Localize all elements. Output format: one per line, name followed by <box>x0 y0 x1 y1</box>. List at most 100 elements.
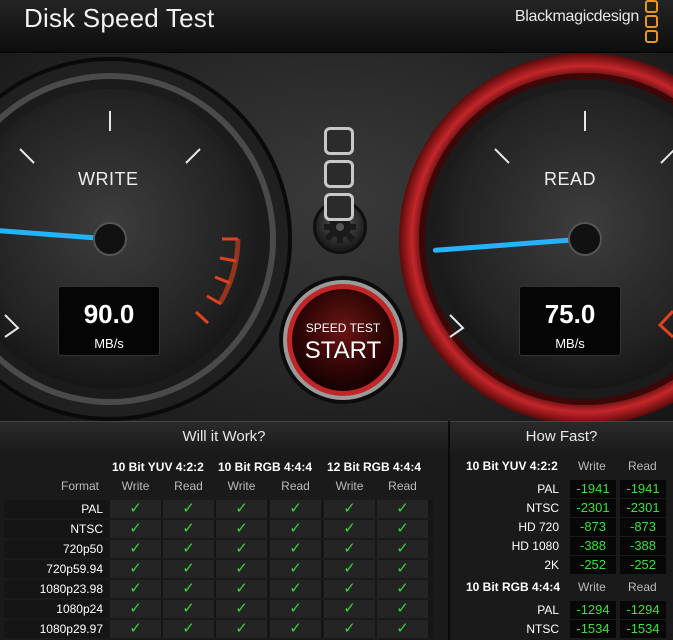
check-icon: ✓ <box>343 600 356 617</box>
read-speed-readout: 75.0 MB/s <box>519 286 621 356</box>
how-fast-row-label: HD 720 <box>518 520 559 534</box>
format-label: 720p50 <box>62 542 103 556</box>
check-icon: ✓ <box>396 620 409 637</box>
format-group-header: 10 Bit RGB 4:4:4 <box>218 460 313 474</box>
check-icon: ✓ <box>396 520 409 537</box>
check-icon: ✓ <box>182 500 195 517</box>
check-icon: ✓ <box>182 560 195 577</box>
write-column-header: Write <box>335 479 364 493</box>
check-icon: ✓ <box>182 620 195 637</box>
read-speed-unit: MB/s <box>555 336 585 351</box>
format-group-header: 10 Bit YUV 4:2:2 <box>112 460 204 474</box>
check-icon: ✓ <box>343 580 356 597</box>
read-column-header: Read <box>388 479 417 493</box>
format-label: 1080p24 <box>56 602 103 616</box>
write-frame-rate: -873 <box>570 518 616 536</box>
read-column-header: Read <box>174 479 203 493</box>
check-icon: ✓ <box>396 560 409 577</box>
check-icon: ✓ <box>129 500 142 517</box>
brand-logo-text: Blackmagicdesign <box>514 8 639 25</box>
read-column-header: Read <box>281 479 310 493</box>
write-gauge-needle-hub <box>93 222 127 256</box>
will-it-work-header: Will it Work? <box>0 421 448 452</box>
read-frame-rate: -1534 <box>620 620 666 638</box>
how-fast-section-header: 10 Bit RGB 4:4:4 <box>466 580 561 594</box>
start-button-caption: SPEED TEST <box>305 321 381 335</box>
format-label: 1080p29.97 <box>39 622 103 636</box>
read-frame-rate: -252 <box>620 556 666 574</box>
brand-logo-icon <box>645 0 659 45</box>
write-column-header: Write <box>121 479 150 493</box>
check-icon: ✓ <box>289 540 302 557</box>
check-icon: ✓ <box>343 500 356 517</box>
how-fast-row-label: HD 1080 <box>511 539 559 553</box>
check-icon: ✓ <box>235 580 248 597</box>
write-column-header: Write <box>578 580 606 594</box>
format-label: NTSC <box>70 522 103 536</box>
read-gauge-label: READ <box>544 169 597 189</box>
check-icon: ✓ <box>235 520 248 537</box>
read-column-header: Read <box>628 459 657 473</box>
gauge-panel: WRITE READ 90.0 MB/s 75.0 MB/s SPEED TES… <box>0 53 673 421</box>
check-icon: ✓ <box>396 540 409 557</box>
start-button[interactable]: SPEED TEST START <box>283 285 403 405</box>
write-frame-rate: -1941 <box>570 480 616 498</box>
check-icon: ✓ <box>182 540 195 557</box>
check-icon: ✓ <box>343 520 356 537</box>
write-frame-rate: -252 <box>570 556 616 574</box>
write-gauge-label: WRITE <box>78 169 139 189</box>
read-gauge-needle-hub <box>568 222 602 256</box>
check-icon: ✓ <box>182 600 195 617</box>
start-button-label: START <box>304 337 382 364</box>
check-icon: ✓ <box>129 540 142 557</box>
format-label: PAL <box>81 502 103 516</box>
format-label: 720p59.94 <box>46 562 103 576</box>
read-frame-rate: -1294 <box>620 601 666 619</box>
write-column-header: Write <box>227 479 256 493</box>
check-icon: ✓ <box>343 540 356 557</box>
how-fast-row-label: NTSC <box>526 501 559 515</box>
check-icon: ✓ <box>396 600 409 617</box>
check-icon: ✓ <box>129 560 142 577</box>
check-icon: ✓ <box>235 620 248 637</box>
write-column-header: Write <box>578 459 606 473</box>
read-column-header: Read <box>628 580 657 594</box>
write-frame-rate: -1294 <box>570 601 616 619</box>
check-icon: ✓ <box>235 540 248 557</box>
read-gauge <box>399 53 673 421</box>
check-icon: ✓ <box>289 500 302 517</box>
write-frame-rate: -2301 <box>570 499 616 517</box>
check-icon: ✓ <box>289 620 302 637</box>
read-frame-rate: -873 <box>620 518 666 536</box>
check-icon: ✓ <box>343 620 356 637</box>
check-icon: ✓ <box>396 580 409 597</box>
check-icon: ✓ <box>289 560 302 577</box>
panel-divider <box>448 421 450 640</box>
read-frame-rate: -1941 <box>620 480 666 498</box>
how-fast-row-label: PAL <box>537 603 559 617</box>
write-frame-rate: -388 <box>570 537 616 555</box>
check-icon: ✓ <box>182 520 195 537</box>
write-gauge <box>0 57 292 421</box>
check-icon: ✓ <box>129 620 142 637</box>
check-icon: ✓ <box>343 560 356 577</box>
how-fast-section-header: 10 Bit YUV 4:2:2 <box>466 459 558 473</box>
check-icon: ✓ <box>289 580 302 597</box>
check-icon: ✓ <box>129 600 142 617</box>
how-fast-row-label: PAL <box>537 482 559 496</box>
title-bar: Disk Speed Test Blackmagicdesign <box>0 0 673 53</box>
how-fast-header: How Fast? <box>450 421 673 452</box>
read-speed-value: 75.0 <box>544 299 596 329</box>
read-frame-rate: -388 <box>620 537 666 555</box>
write-frame-rate: -1534 <box>570 620 616 638</box>
format-label: 1080p23.98 <box>39 582 103 596</box>
check-icon: ✓ <box>129 580 142 597</box>
write-speed-readout: 90.0 MB/s <box>58 286 160 356</box>
check-icon: ✓ <box>289 520 302 537</box>
format-group-header: 12 Bit RGB 4:4:4 <box>327 460 422 474</box>
check-icon: ✓ <box>289 600 302 617</box>
write-speed-value: 90.0 <box>83 299 135 329</box>
format-column-header: Format <box>61 479 100 493</box>
how-fast-row-label: NTSC <box>526 622 559 636</box>
check-icon: ✓ <box>129 520 142 537</box>
